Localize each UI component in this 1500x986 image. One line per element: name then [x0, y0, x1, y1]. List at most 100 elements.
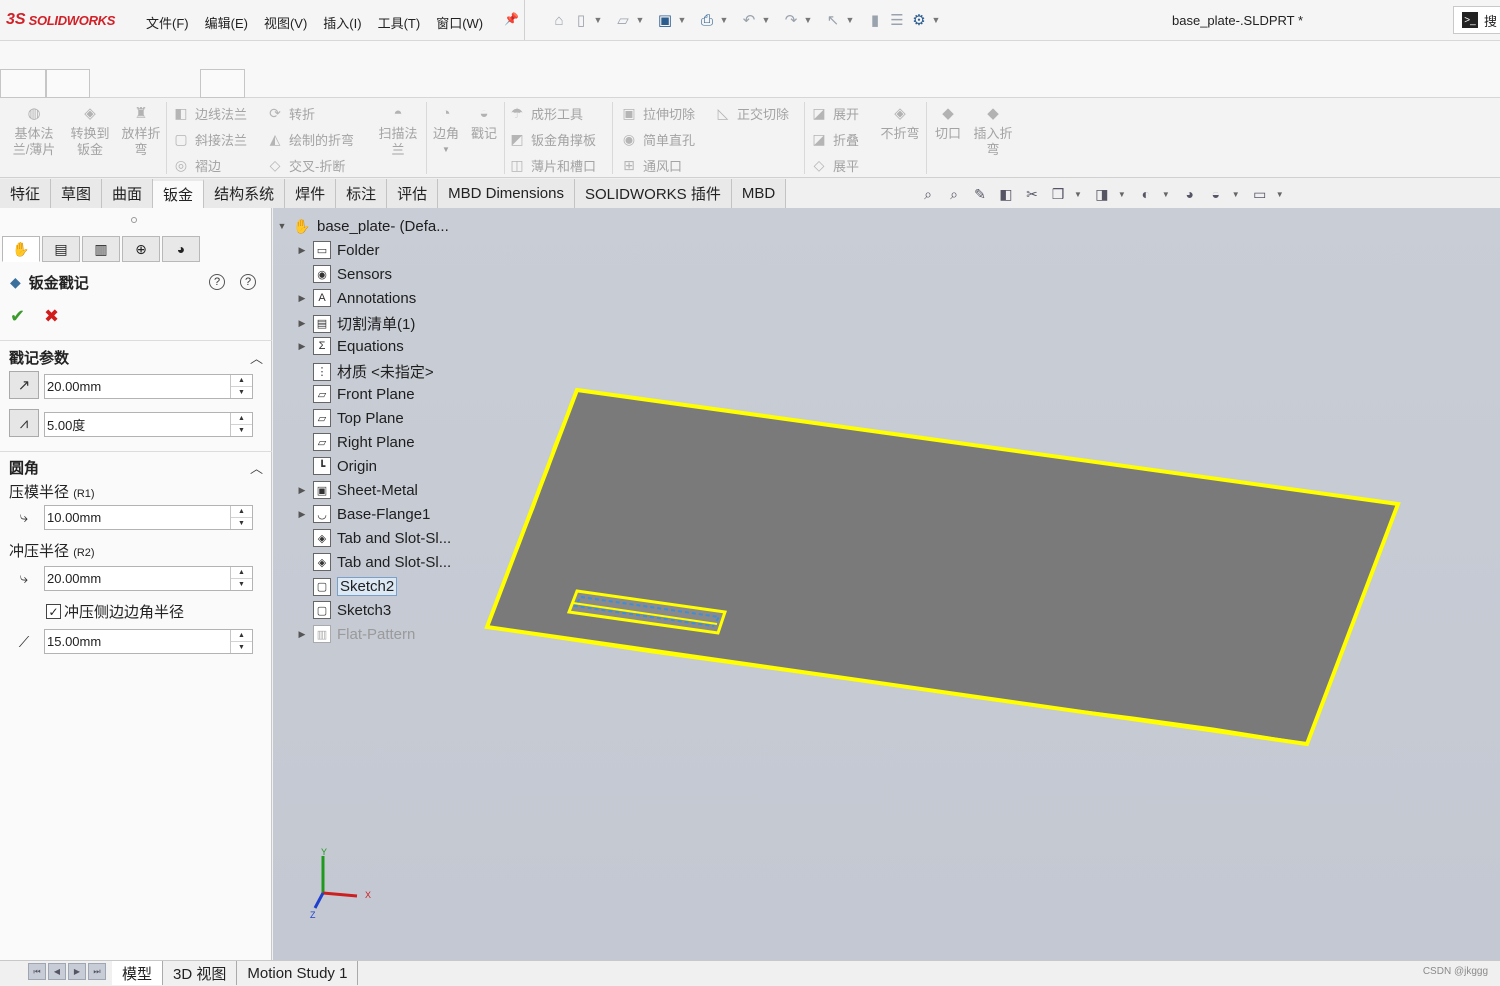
tree-item[interactable]: ▶ Σ Equations	[297, 337, 404, 355]
tree-item[interactable]: ▱ Front Plane	[297, 385, 415, 403]
tree-item[interactable]: ▶ ▤ 切割清单(1)	[297, 313, 415, 334]
tree-item[interactable]: ◉ Sensors	[297, 265, 392, 283]
tree-root[interactable]: ▼ ✋ base_plate- (Defa...	[277, 217, 449, 235]
view-settings-dropdown-icon[interactable]: ▼	[1276, 190, 1284, 199]
first-tab-icon[interactable]: ⏮	[28, 963, 46, 980]
normal-cut-button[interactable]: ◺ 正交切除	[714, 104, 789, 123]
tree-item[interactable]: ▶ ▥ Flat-Pattern	[297, 625, 415, 643]
corner-radius-value[interactable]: 15.00mm	[45, 634, 230, 649]
corner-radius-field[interactable]: 15.00mm ▲ ▼	[44, 629, 253, 654]
save-dropdown-icon[interactable]: ▼	[676, 15, 688, 25]
simple-hole-button[interactable]: ◉ 简单直孔	[620, 130, 695, 149]
spin-down-icon[interactable]: ▼	[231, 642, 252, 653]
last-tab-icon[interactable]: ⏭	[88, 963, 106, 980]
undo-icon[interactable]: ↶	[738, 9, 760, 31]
pin-icon[interactable]: 📌	[504, 12, 519, 26]
apply-scene-dropdown-icon[interactable]: ▼	[1232, 190, 1240, 199]
tree-item[interactable]: ⋮ 材质 <未指定>	[297, 361, 434, 382]
tree-item[interactable]: ▢ Sketch2	[297, 577, 398, 596]
tree-item[interactable]: ▱ Top Plane	[297, 409, 404, 427]
expand-arrow-icon[interactable]: ▶	[297, 509, 307, 520]
open-icon[interactable]: ▱	[612, 9, 634, 31]
punch-radius-spinner[interactable]: ▲ ▼	[230, 567, 252, 590]
extruded-cut-button[interactable]: ▣ 拉伸切除	[620, 104, 695, 123]
new-dropdown-icon[interactable]: ▼	[592, 15, 604, 25]
dimxpert-tab-icon[interactable]: ⊕	[122, 236, 160, 262]
die-radius-field[interactable]: 10.00mm ▲ ▼	[44, 505, 253, 530]
draft-angle-field[interactable]: 5.00度 ▲ ▼	[44, 412, 253, 437]
lofted-bend-button[interactable]: ♜ 放样折 弯	[118, 106, 164, 158]
display-manager-tab-icon[interactable]: ◕	[162, 236, 200, 262]
tree-item[interactable]: ▶ ◡ Base-Flange1	[297, 505, 430, 523]
tree-item[interactable]: ▱ Right Plane	[297, 433, 415, 451]
punch-radius-field[interactable]: 20.00mm ▲ ▼	[44, 566, 253, 591]
property-manager-tab-icon[interactable]: ▤	[42, 236, 80, 262]
tab-mbd[interactable]: MBD	[731, 179, 787, 208]
stamp-distance-field[interactable]: 20.00mm ▲ ▼	[44, 374, 253, 399]
corner-radius-spinner[interactable]: ▲ ▼	[230, 630, 252, 653]
view-orientation-dropdown-icon[interactable]: ▼	[1074, 190, 1082, 199]
print-icon[interactable]: ⎙	[696, 9, 718, 31]
hide-show-dropdown-icon[interactable]: ▼	[1162, 190, 1170, 199]
spin-up-icon[interactable]: ▲	[231, 413, 252, 425]
print-dropdown-icon[interactable]: ▼	[718, 15, 730, 25]
spin-up-icon[interactable]: ▲	[231, 506, 252, 518]
menu-view[interactable]: 视图(V)	[264, 13, 307, 32]
spin-up-icon[interactable]: ▲	[231, 630, 252, 642]
select-dropdown-icon[interactable]: ▼	[844, 15, 856, 25]
hide-show-items-icon[interactable]: ◐	[1136, 184, 1156, 204]
stamp-button[interactable]: ◒ 戳记	[466, 106, 502, 142]
tree-item[interactable]: ▢ Sketch3	[297, 601, 391, 619]
tab-sheet-metal[interactable]: 钣金	[153, 179, 205, 208]
prev-tab-icon[interactable]: ◀	[48, 963, 66, 980]
ok-button[interactable]: ✔	[10, 306, 25, 327]
tree-item[interactable]: ▶ A Annotations	[297, 289, 416, 307]
stamp-distance-icon[interactable]: ↗	[9, 371, 39, 399]
graphics-area[interactable]: ▼ ✋ base_plate- (Defa... ▶ ▭ Folder ◉ Sensor…	[273, 208, 1500, 960]
punch-side-corner-radius-checkbox[interactable]: ✓ 冲压侧边边角半径	[46, 601, 184, 622]
search-button[interactable]: >_ 搜	[1453, 6, 1500, 34]
vent-button[interactable]: ⊞ 通风口	[620, 156, 682, 175]
insert-bends-button[interactable]: ◆ 插入折 弯	[968, 106, 1018, 158]
options-icon[interactable]: ⚙	[908, 9, 930, 31]
menu-insert[interactable]: 插入(I)	[323, 13, 361, 32]
display-style-icon[interactable]: ◨	[1092, 184, 1112, 204]
expand-arrow-icon[interactable]: ▶	[297, 293, 307, 304]
zoom-to-fit-icon[interactable]: ⌕	[918, 184, 938, 204]
stamp-distance-spinner[interactable]: ▲ ▼	[230, 375, 252, 398]
unfold-button[interactable]: ◪ 展开	[810, 104, 859, 123]
collapse-caret-icon[interactable]: ︿	[250, 458, 263, 477]
tree-item[interactable]: ◈ Tab and Slot-Sl...	[297, 553, 451, 571]
dynamic-annotation-icon[interactable]: ✂	[1022, 184, 1042, 204]
miter-flange-button[interactable]: ▢ 斜接法兰	[172, 130, 247, 149]
select-icon[interactable]: ↖	[822, 9, 844, 31]
file-properties-icon[interactable]: ☰	[886, 9, 908, 31]
tree-item[interactable]: ┗ Origin	[297, 457, 377, 475]
home-icon[interactable]: ⌂	[548, 9, 570, 31]
die-radius-spinner[interactable]: ▲ ▼	[230, 506, 252, 529]
tree-item[interactable]: ◈ Tab and Slot-Sl...	[297, 529, 451, 547]
cross-break-button[interactable]: ◇ 交叉-折断	[266, 156, 346, 175]
open-dropdown-icon[interactable]: ▼	[634, 15, 646, 25]
tab-weldments[interactable]: 焊件	[285, 179, 337, 208]
new-icon[interactable]: ▯	[570, 9, 592, 31]
spin-down-icon[interactable]: ▼	[231, 425, 252, 436]
whats-wrong-icon[interactable]: ?	[209, 274, 225, 290]
gusset-button[interactable]: ◩ 钣金角撑板	[508, 130, 596, 149]
spin-down-icon[interactable]: ▼	[231, 387, 252, 398]
hem-button[interactable]: ◎ 褶边	[172, 156, 221, 175]
section-view-icon[interactable]: ◧	[996, 184, 1016, 204]
expand-arrow-icon[interactable]: ▶	[297, 341, 307, 352]
checkbox-checked-icon[interactable]: ✓	[46, 604, 61, 619]
sketched-bend-button[interactable]: ◭ 绘制的折弯	[266, 130, 354, 149]
menu-window[interactable]: 窗口(W)	[436, 13, 483, 32]
tab-sketch[interactable]: 草图	[51, 179, 103, 208]
cancel-button[interactable]: ✖	[44, 306, 59, 327]
collapse-arrow-icon[interactable]: ▼	[277, 221, 287, 231]
menu-edit[interactable]: 编辑(E)	[205, 13, 248, 32]
help-icon[interactable]: ?	[240, 274, 256, 290]
zoom-to-area-icon[interactable]: ⌕	[944, 184, 964, 204]
stamp-parameters-header[interactable]: 戳记参数	[9, 347, 69, 368]
flatten-button[interactable]: ◇ 展平	[810, 156, 859, 175]
forming-tool-button[interactable]: ☂ 成形工具	[508, 104, 583, 123]
